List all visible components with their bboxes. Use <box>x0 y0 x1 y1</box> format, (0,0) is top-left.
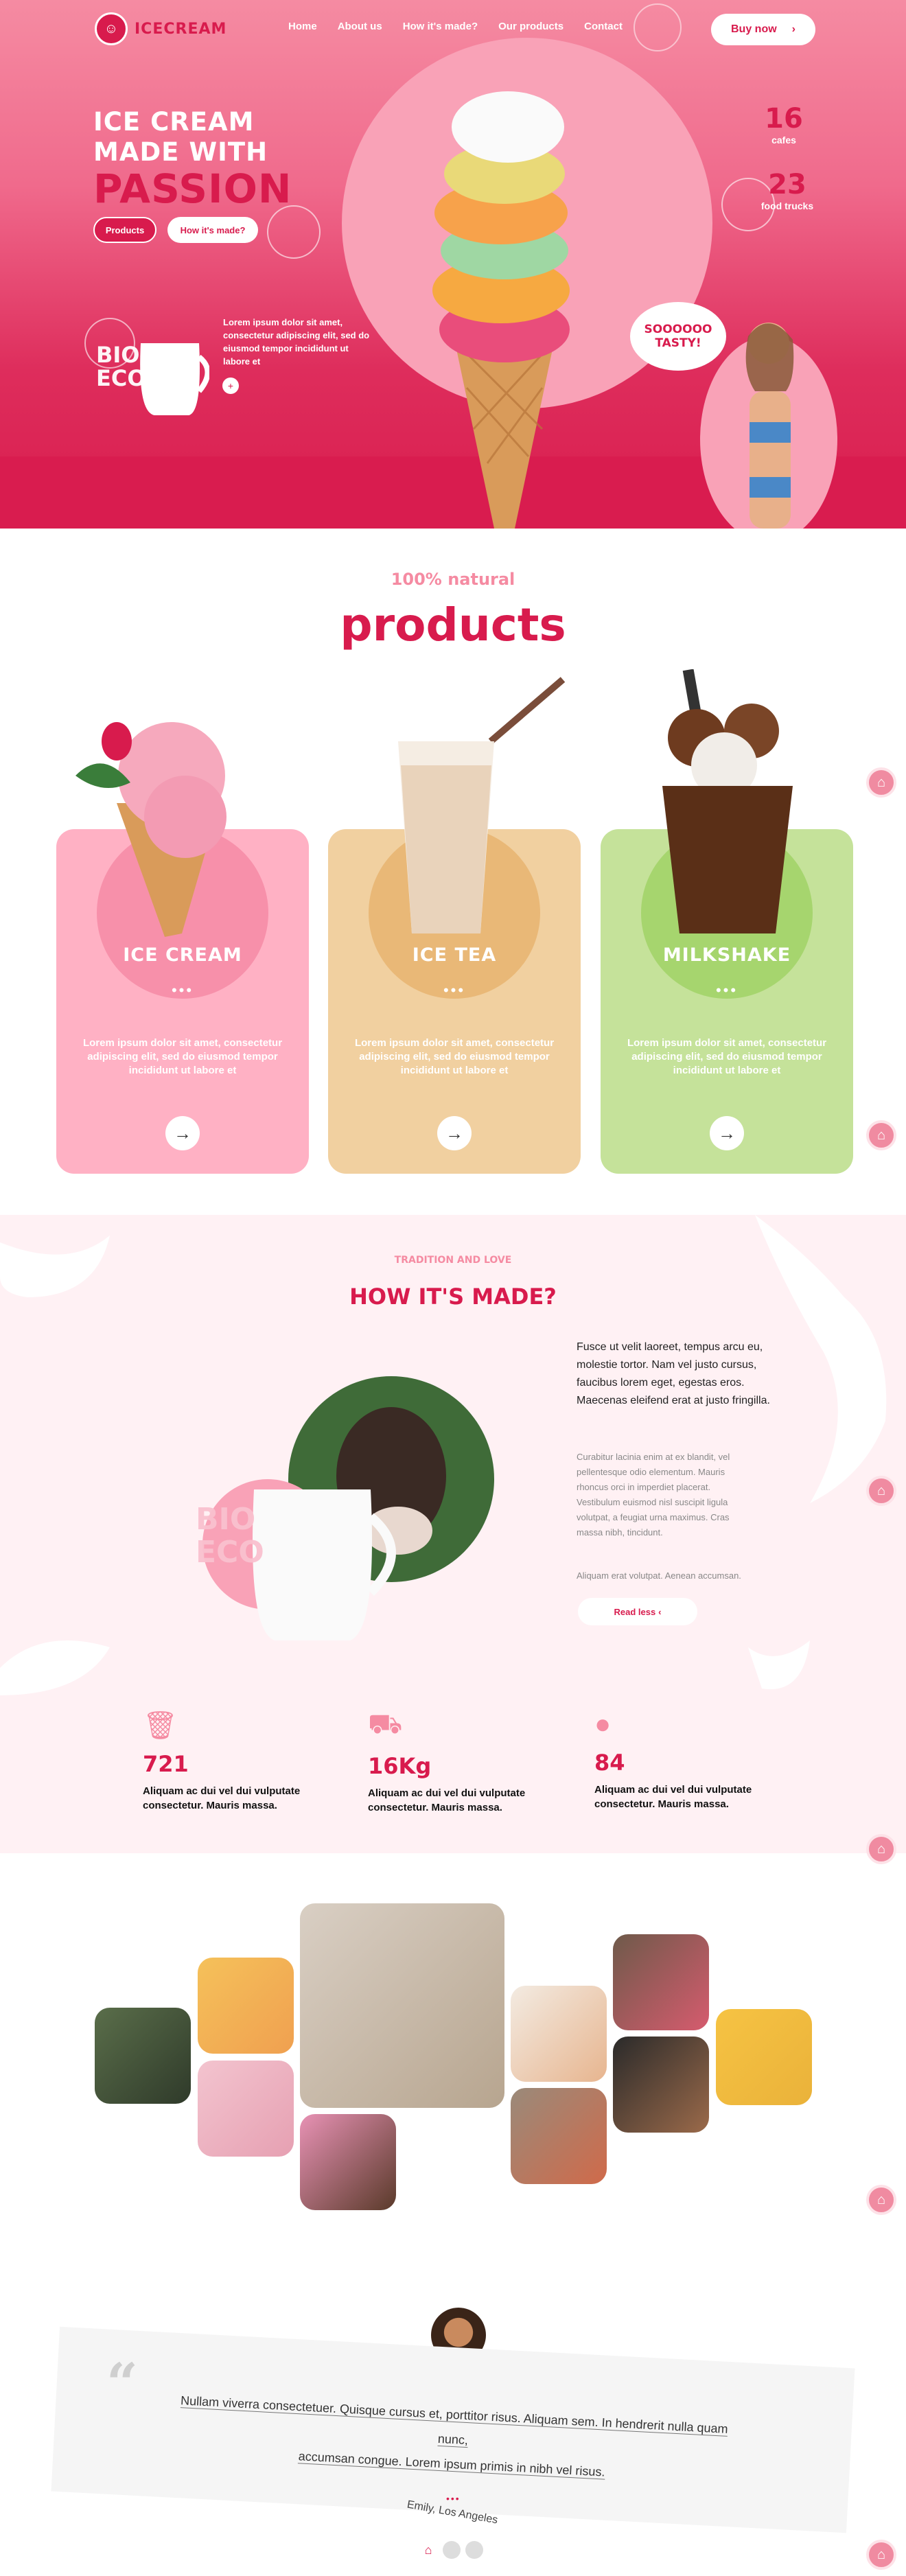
stat-cafes: 16 cafes <box>756 103 811 146</box>
milkshake-image <box>662 669 793 933</box>
how-kicker: TRADITION AND LOVE <box>394 1255 512 1266</box>
stat-trucks-label: food trucks <box>760 200 814 211</box>
gallery-photo[interactable] <box>511 1986 607 2082</box>
card-text: Lorem ipsum dolor sit amet, consectetur … <box>82 1037 283 1076</box>
stat-food-trucks: 23 food trucks <box>750 169 825 211</box>
card-title: MILKSHAKE <box>662 944 791 966</box>
bio-text: BIO <box>196 1502 256 1537</box>
nav-home[interactable]: Home <box>288 21 317 32</box>
truck-icon: ⛟ <box>368 1709 403 1739</box>
home-icon[interactable]: ⌂ <box>866 767 896 798</box>
hero-headline: ICE CREAM MADE WITH PASSION <box>93 107 292 210</box>
bio-text: BIO <box>96 342 140 368</box>
headline-passion: PASSION <box>93 165 292 212</box>
stat-number: 84 <box>594 1750 625 1776</box>
stat-item: 🗑 721 Aliquam ac dui vel dui vulputate c… <box>143 1709 328 1813</box>
home-icon[interactable]: ⌂ <box>866 2185 896 2215</box>
arrow-right-icon[interactable]: → <box>710 1116 744 1150</box>
how-bio-eco-label: BIO ECO <box>196 1503 264 1569</box>
brand-name: ICECREAM <box>135 20 227 38</box>
stat-item: ● 84 Aliquam ac dui vel dui vulputate co… <box>594 1709 780 1811</box>
headline-line-1: ICE CREAM <box>93 107 255 137</box>
nav-products[interactable]: Our products <box>498 21 564 32</box>
how-its-made-button[interactable]: How it's made? <box>167 217 258 243</box>
read-less-label: Read less <box>614 1606 656 1617</box>
gallery-photo[interactable] <box>198 2061 294 2157</box>
brand-logo[interactable]: ☺ ICECREAM <box>95 12 226 45</box>
home-icon[interactable]: ⌂ <box>866 1120 896 1150</box>
drop-icon: ● <box>594 1709 612 1739</box>
stat-cafes-number: 16 <box>765 103 803 135</box>
gallery-photo[interactable] <box>198 1958 294 2054</box>
nav-how[interactable]: How it's made? <box>403 21 478 32</box>
ice-tea-glass-image <box>398 677 566 933</box>
nav-about[interactable]: About us <box>338 21 382 32</box>
how-paragraph-1: Fusce ut velit laoreet, tempus arcu eu, … <box>577 1341 770 1406</box>
products-button[interactable]: Products <box>93 217 156 243</box>
card-dots: ••• <box>715 982 739 999</box>
buy-now-label: Buy now <box>731 23 777 35</box>
hero-section: ☺ ICECREAM Home About us How it's made? … <box>0 0 906 529</box>
stat-text: Aliquam ac dui vel dui vulputate consect… <box>143 1785 301 1811</box>
stat-trucks-number: 23 <box>768 169 806 200</box>
stat-text: Aliquam ac dui vel dui vulputate consect… <box>594 1784 752 1810</box>
stat-item: ⛟ 16Kg Aliquam ac dui vel dui vulputate … <box>368 1709 553 1815</box>
read-less-button[interactable]: Read less ‹ <box>578 1598 697 1625</box>
card-text: Lorem ipsum dolor sit amet, consectetur … <box>627 1037 827 1076</box>
gallery-photo[interactable] <box>613 2037 709 2133</box>
products-kicker: 100% natural <box>391 570 515 589</box>
card-title: ICE TEA <box>412 944 497 966</box>
card-dots: ••• <box>443 982 466 999</box>
stat-cafes-label: cafes <box>771 135 796 146</box>
home-icon[interactable]: ⌂ <box>866 1834 896 1864</box>
home-icon[interactable]: ⌂ <box>419 2541 437 2559</box>
stat-number: 16Kg <box>368 1753 432 1779</box>
hero-description: Lorem ipsum dolor sit amet, consectetur … <box>223 317 370 367</box>
how-title: HOW IT'S MADE? <box>349 1284 557 1310</box>
ice-cream-cone-image <box>432 91 570 529</box>
stat-text: Aliquam ac dui vel dui vulputate consect… <box>368 1787 526 1813</box>
eco-text: ECO <box>196 1535 264 1570</box>
ice-cream-logo-icon: ☺ <box>95 12 128 45</box>
gallery-photo[interactable] <box>613 1934 709 2030</box>
gallery-photo[interactable] <box>300 2114 396 2210</box>
home-icon[interactable]: ⌂ <box>866 2540 896 2570</box>
products-title: products <box>340 599 566 651</box>
home-icon[interactable]: ⌂ <box>866 1476 896 1506</box>
chevron-left-icon: ‹ <box>658 1606 662 1617</box>
bio-eco-label: BIO ECO <box>96 343 146 390</box>
tasty-speech-bubble: SOOOOOO TASTY! <box>630 302 726 371</box>
chevron-right-icon: › <box>791 23 795 35</box>
card-dots: ••• <box>171 982 194 999</box>
gallery-photo[interactable] <box>511 2088 607 2184</box>
arrow-right-icon[interactable]: → <box>437 1116 472 1150</box>
gallery-photo-large[interactable] <box>300 1903 504 2108</box>
carousel-dot[interactable] <box>465 2541 483 2559</box>
hero-plus-button[interactable]: + <box>222 378 239 394</box>
card-text: Lorem ipsum dolor sit amet, consectetur … <box>354 1037 555 1076</box>
arrow-right-icon[interactable]: → <box>165 1116 200 1150</box>
stat-number: 721 <box>143 1751 189 1777</box>
gallery-photo[interactable] <box>95 2008 191 2104</box>
main-nav: Home About us How it's made? Our product… <box>288 21 623 32</box>
nav-contact[interactable]: Contact <box>584 21 623 32</box>
cup-icon: 🗑 <box>143 1710 178 1741</box>
headline-line-2: MADE WITH <box>93 137 268 167</box>
buy-now-button[interactable]: Buy now › <box>711 14 815 45</box>
eco-text: ECO <box>96 365 146 391</box>
quote-icon: “ <box>106 2351 139 2415</box>
how-paragraph-2: Curabitur lacinia enim at ex blandit, ve… <box>577 1452 730 1538</box>
ice-cream-scoop-image <box>76 722 226 937</box>
how-paragraph-3: Aliquam erat volutpat. Aenean accumsan. <box>577 1570 741 1581</box>
testimonial-dots: ••• <box>446 2493 461 2504</box>
card-title: ICE CREAM <box>123 944 242 966</box>
carousel-dot[interactable] <box>443 2541 461 2559</box>
gallery-photo[interactable] <box>716 2009 812 2105</box>
